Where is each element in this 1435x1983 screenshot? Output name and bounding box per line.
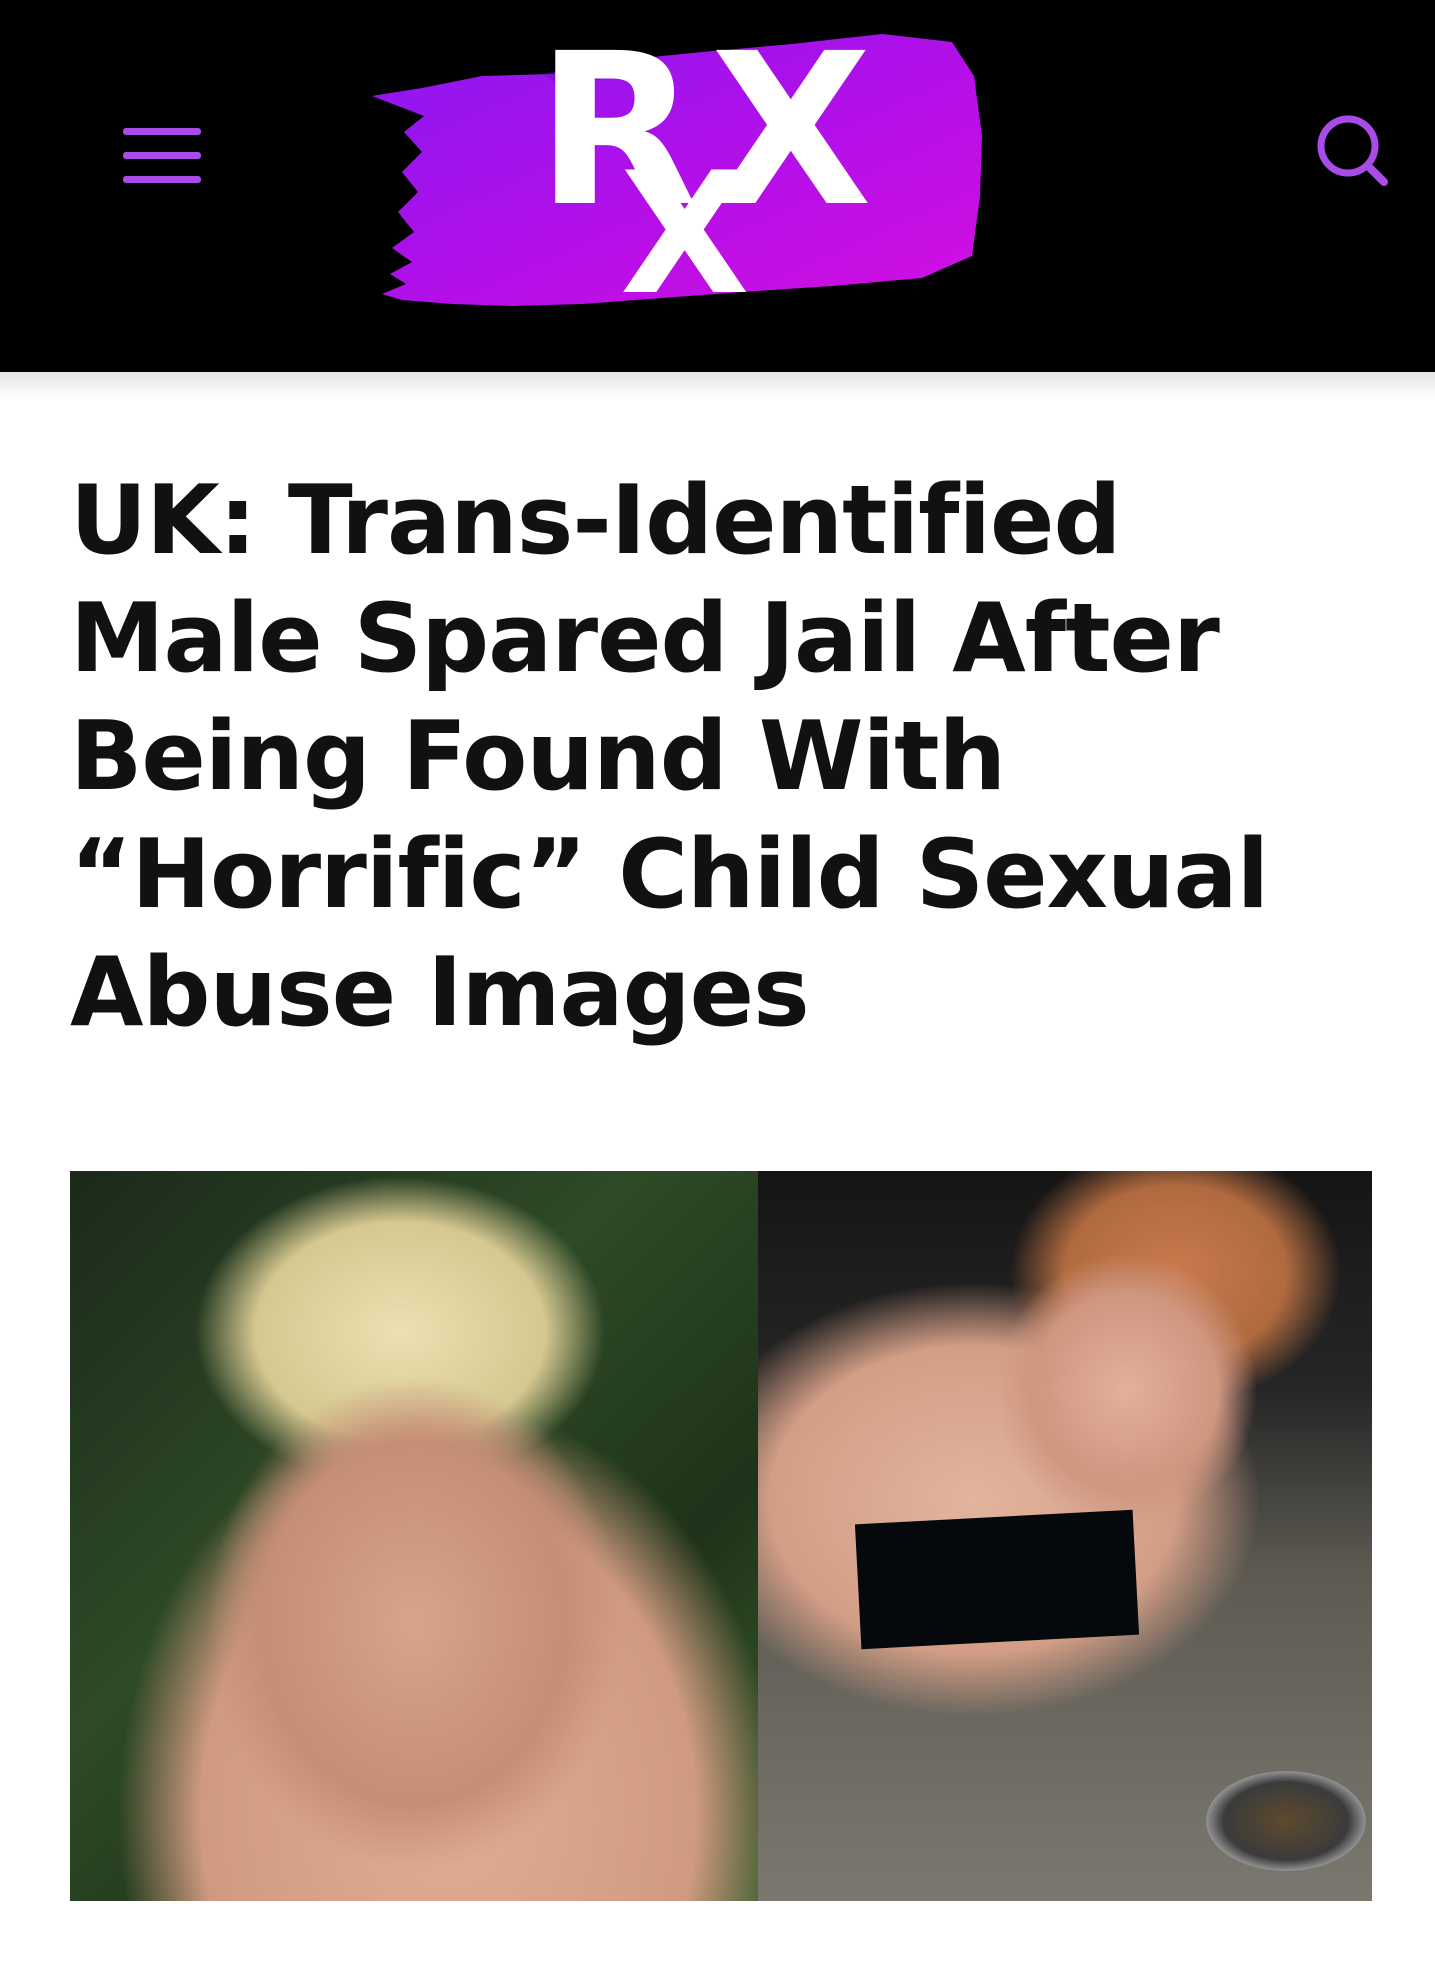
menu-line xyxy=(123,152,201,159)
hamburger-menu-icon[interactable] xyxy=(118,124,206,188)
bowl-image-detail xyxy=(1206,1771,1366,1871)
menu-line xyxy=(123,128,201,135)
header-shadow xyxy=(0,372,1435,398)
article-headline: UK: Trans-Identified Male Spared Jail Af… xyxy=(70,466,1269,1048)
search-icon[interactable] xyxy=(1312,110,1392,190)
site-header: R X X xyxy=(0,0,1435,372)
censor-bar xyxy=(854,1509,1140,1650)
site-logo[interactable]: R X X xyxy=(362,16,1002,326)
article-featured-image[interactable] xyxy=(70,1171,1372,1901)
logo-brush-stroke xyxy=(372,34,982,306)
menu-line xyxy=(123,176,201,183)
photo-left-panel xyxy=(70,1171,758,1901)
search-icon-graphic xyxy=(1317,115,1388,186)
